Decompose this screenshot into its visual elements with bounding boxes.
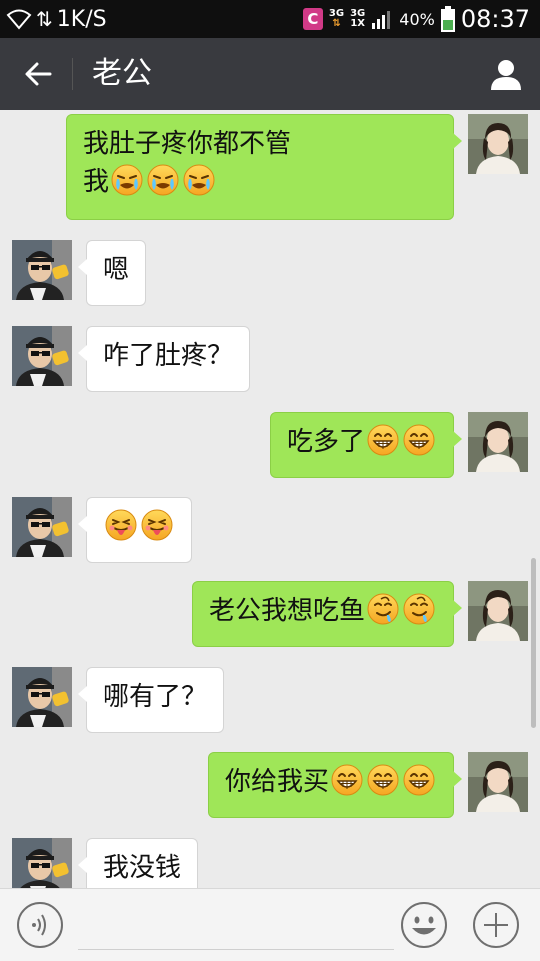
- clock: 08:37: [460, 5, 530, 33]
- more-options-plus-icon[interactable]: [472, 901, 520, 949]
- message-bubble-incoming[interactable]: 哪有了？: [77, 667, 225, 733]
- message-bubble-outgoing[interactable]: 你给我买: [207, 752, 463, 818]
- grinning-face-icon: [403, 424, 435, 456]
- crying-face-icon: [111, 164, 143, 196]
- scrollbar-thumb[interactable]: [531, 558, 536, 728]
- drooling-face-icon: [403, 593, 435, 625]
- message-input-bar: [0, 888, 540, 961]
- contact-profile-icon[interactable]: [488, 56, 524, 92]
- avatar-contact[interactable]: [12, 497, 72, 557]
- wifi-icon: [6, 9, 32, 30]
- avatar-self[interactable]: [468, 114, 528, 174]
- status-bar: ⇅ 1K/S C 3G ⇅ 3G 1X 40% 08:37: [0, 0, 540, 38]
- net-speed: 1K/S: [56, 6, 107, 32]
- message-bubble-outgoing[interactable]: 老公我想吃鱼: [191, 581, 463, 647]
- crying-face-icon: [183, 164, 215, 196]
- message-bubble-incoming[interactable]: 咋了肚疼？: [77, 326, 251, 392]
- header-divider: [72, 58, 73, 90]
- drooling-face-icon: [367, 593, 399, 625]
- grinning-face-icon: [367, 764, 399, 796]
- avatar-self[interactable]: [468, 581, 528, 641]
- network-indicator-2: 3G 1X: [350, 8, 366, 29]
- tongue-face-icon: [105, 509, 137, 541]
- network-indicator-1: 3G ⇅: [328, 8, 345, 29]
- message-bubble-incoming[interactable]: [78, 497, 192, 563]
- message-bubble-incoming[interactable]: 我没钱: [77, 838, 199, 888]
- message-bubble-incoming[interactable]: 嗯: [77, 240, 147, 306]
- avatar-self[interactable]: [468, 752, 528, 812]
- signal-icon: [372, 11, 391, 29]
- emoji-icon[interactable]: [400, 901, 448, 949]
- battery-percent: 40%: [399, 9, 435, 29]
- avatar-contact[interactable]: [12, 240, 72, 300]
- sync-icon: ⇅: [36, 7, 53, 31]
- grinning-face-icon: [367, 424, 399, 456]
- app-notification-icon: C: [302, 8, 323, 30]
- message-bubble-outgoing[interactable]: 吃多了: [269, 412, 463, 478]
- grinning-face-icon: [331, 764, 363, 796]
- avatar-contact[interactable]: [12, 326, 72, 386]
- chat-header: 老公: [0, 38, 540, 110]
- avatar-contact[interactable]: [12, 667, 72, 727]
- chat-title: 老公: [92, 56, 152, 91]
- grinning-face-icon: [403, 764, 435, 796]
- message-bubble-outgoing[interactable]: 我肚子疼你都不管 我: [66, 114, 462, 220]
- chat-message-list[interactable]: 我肚子疼你都不管 我 嗯 咋了肚疼？ 吃多了 老公我想吃鱼 哪有了？ 你给我买 …: [0, 110, 540, 888]
- tongue-face-icon: [141, 509, 173, 541]
- voice-input-icon[interactable]: [16, 901, 64, 949]
- avatar-contact[interactable]: [12, 838, 72, 888]
- crying-face-icon: [147, 164, 179, 196]
- back-arrow-icon[interactable]: [20, 56, 56, 92]
- avatar-self[interactable]: [468, 412, 528, 472]
- battery-icon: [440, 6, 455, 32]
- message-input[interactable]: [78, 901, 394, 950]
